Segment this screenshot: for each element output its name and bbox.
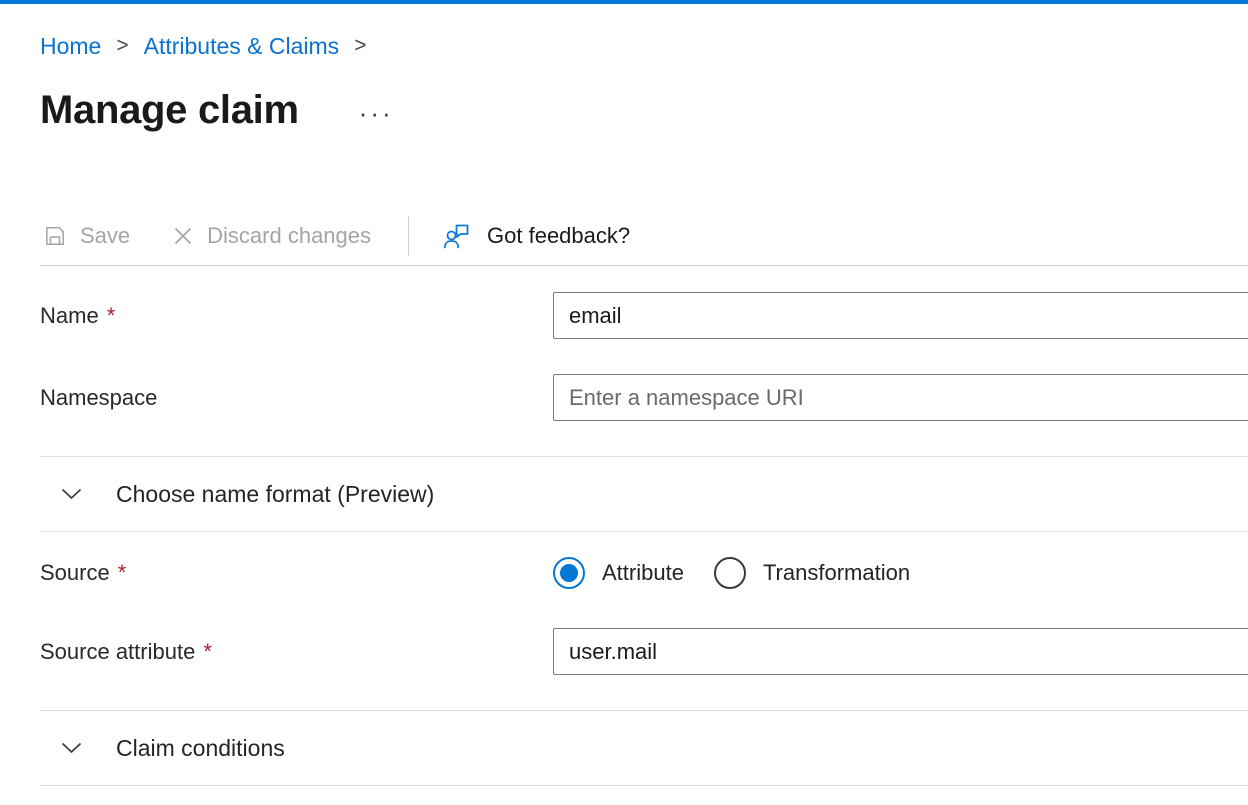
save-button-label: Save	[80, 223, 130, 249]
got-feedback-label: Got feedback?	[487, 223, 630, 249]
namespace-field-label: Namespace	[40, 385, 553, 411]
source-label-text: Source	[40, 560, 110, 586]
discard-x-icon	[172, 225, 194, 247]
chevron-down-icon	[61, 488, 82, 500]
claim-form: Name * Namespace Choose name format (Pre…	[40, 292, 1248, 786]
breadcrumb-link-home[interactable]: Home	[40, 33, 101, 59]
source-attribute-label-text: Source attribute	[40, 639, 195, 665]
discard-changes-button[interactable]: Discard changes	[172, 223, 371, 249]
source-attribute-field-row: Source attribute *	[40, 628, 1248, 675]
source-option-transformation-label: Transformation	[763, 560, 910, 586]
radio-button-icon	[714, 557, 746, 589]
context-menu-icon[interactable]: ···	[359, 98, 394, 129]
source-radio-group: Attribute Transformation	[553, 557, 1248, 589]
name-field-row: Name *	[40, 292, 1248, 339]
source-attribute-input[interactable]	[553, 628, 1248, 675]
breadcrumb-separator: >	[354, 33, 366, 59]
name-input[interactable]	[553, 292, 1248, 339]
source-attribute-field-cell	[553, 628, 1248, 675]
source-option-transformation[interactable]: Transformation	[714, 557, 910, 589]
top-accent-bar	[0, 0, 1248, 4]
save-button[interactable]: Save	[43, 223, 130, 249]
breadcrumb: Home > Attributes & Claims >	[40, 33, 1248, 59]
feedback-person-chat-icon	[442, 221, 472, 251]
manage-claim-pane: Home > Attributes & Claims > Manage clai…	[0, 33, 1248, 786]
chevron-down-icon	[61, 742, 82, 754]
got-feedback-button[interactable]: Got feedback?	[442, 221, 630, 251]
breadcrumb-link-attributes-claims[interactable]: Attributes & Claims	[144, 33, 340, 59]
name-label-text: Name	[40, 303, 99, 329]
namespace-input[interactable]	[553, 374, 1248, 421]
source-field-label: Source *	[40, 560, 553, 586]
namespace-label-text: Namespace	[40, 385, 157, 411]
discard-changes-label: Discard changes	[207, 223, 371, 249]
claim-conditions-section-header[interactable]: Claim conditions	[40, 710, 1248, 786]
choose-name-format-section-title: Choose name format (Preview)	[116, 479, 434, 509]
source-field-row: Source * Attribute Transformation	[40, 550, 1248, 596]
source-option-attribute-label: Attribute	[602, 560, 684, 586]
choose-name-format-section-header[interactable]: Choose name format (Preview)	[40, 456, 1248, 532]
command-bar: Save Discard changes Got feedback?	[40, 207, 1248, 266]
required-marker: *	[107, 303, 116, 329]
save-icon	[43, 224, 67, 248]
name-field-cell	[553, 292, 1248, 339]
title-row: Manage claim ···	[40, 85, 1248, 135]
name-field-label: Name *	[40, 303, 553, 329]
namespace-field-cell	[553, 374, 1248, 421]
source-option-attribute[interactable]: Attribute	[553, 557, 684, 589]
namespace-field-row: Namespace	[40, 374, 1248, 421]
breadcrumb-separator: >	[116, 33, 128, 59]
toolbar-divider	[408, 216, 409, 256]
required-marker: *	[118, 560, 127, 586]
claim-conditions-section-title: Claim conditions	[116, 733, 285, 763]
page-title: Manage claim	[40, 85, 299, 135]
required-marker: *	[203, 639, 212, 665]
source-attribute-field-label: Source attribute *	[40, 639, 553, 665]
radio-button-icon	[553, 557, 585, 589]
